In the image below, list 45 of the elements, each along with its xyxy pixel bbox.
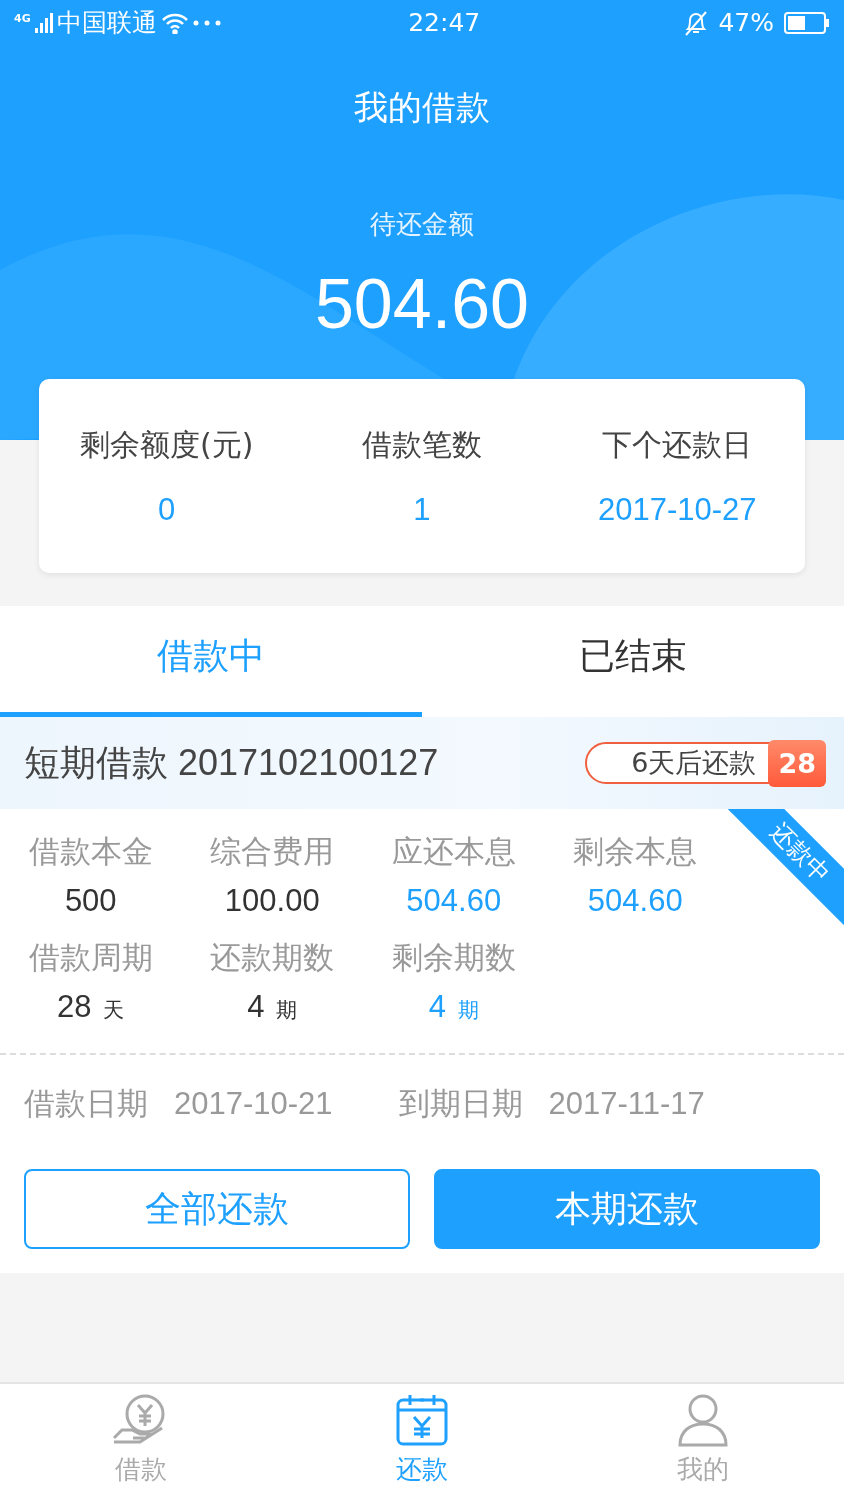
- field-value: 28 天: [57, 989, 125, 1025]
- field-value: 4 期: [428, 989, 479, 1025]
- field-value: 504.60: [587, 883, 683, 919]
- date-value: 2017-10-21: [174, 1086, 333, 1122]
- amount-value: 504.60: [313, 264, 531, 344]
- field-label: 综合费用: [210, 832, 335, 871]
- battery-icon: [784, 11, 830, 34]
- field-value: 100.00: [224, 883, 320, 919]
- stat-label: 下个还款日: [602, 426, 753, 464]
- calendar-yen-icon: [394, 1392, 450, 1448]
- stat-label: 剩余额度(元): [79, 426, 254, 464]
- muted-bell-icon: [684, 9, 709, 36]
- field-label: 借款周期: [28, 938, 153, 977]
- repay-all-button[interactable]: 全部还款: [24, 1169, 410, 1249]
- date-label: 借款日期: [24, 1084, 148, 1123]
- due-day: 28: [768, 739, 826, 787]
- stat-value: 2017-10-27: [598, 492, 757, 528]
- stat-value: 1: [413, 492, 431, 528]
- wifi-icon: [160, 11, 189, 34]
- field-label: 应还本息: [391, 832, 516, 871]
- repay-period-button[interactable]: 本期还款: [434, 1169, 820, 1249]
- due-text: 6天后还款: [631, 746, 757, 780]
- network-type: 4G: [14, 12, 31, 25]
- field-label: 剩余本息: [573, 832, 698, 871]
- field-value: 504.60: [406, 883, 502, 919]
- page-title: 我的借款: [353, 86, 491, 129]
- field-label: 剩余期数: [391, 938, 516, 977]
- field-value: 500: [64, 883, 117, 919]
- field-label: 借款本金: [28, 832, 153, 871]
- date-value: 2017-11-17: [548, 1086, 705, 1122]
- carrier-name: 中国联通: [56, 7, 157, 39]
- amount-label: 待还金额: [369, 208, 475, 241]
- loan-title: 短期借款 2017102100127: [24, 740, 440, 785]
- more-icon: [192, 19, 221, 26]
- stat-label: 借款笔数: [362, 426, 482, 464]
- stat-value: 0: [158, 492, 176, 528]
- nav-item[interactable]: 借款: [0, 1384, 282, 1500]
- clock-time: 22:47: [407, 8, 482, 37]
- date-label: 到期日期: [398, 1084, 523, 1123]
- field-value: 4 期: [247, 989, 298, 1025]
- battery-percent: 47%: [718, 8, 774, 37]
- signal-icon: [34, 12, 53, 33]
- nav-item[interactable]: 还款: [281, 1384, 563, 1500]
- field-label: 还款期数: [210, 938, 335, 977]
- nav-item[interactable]: 我的: [562, 1384, 844, 1500]
